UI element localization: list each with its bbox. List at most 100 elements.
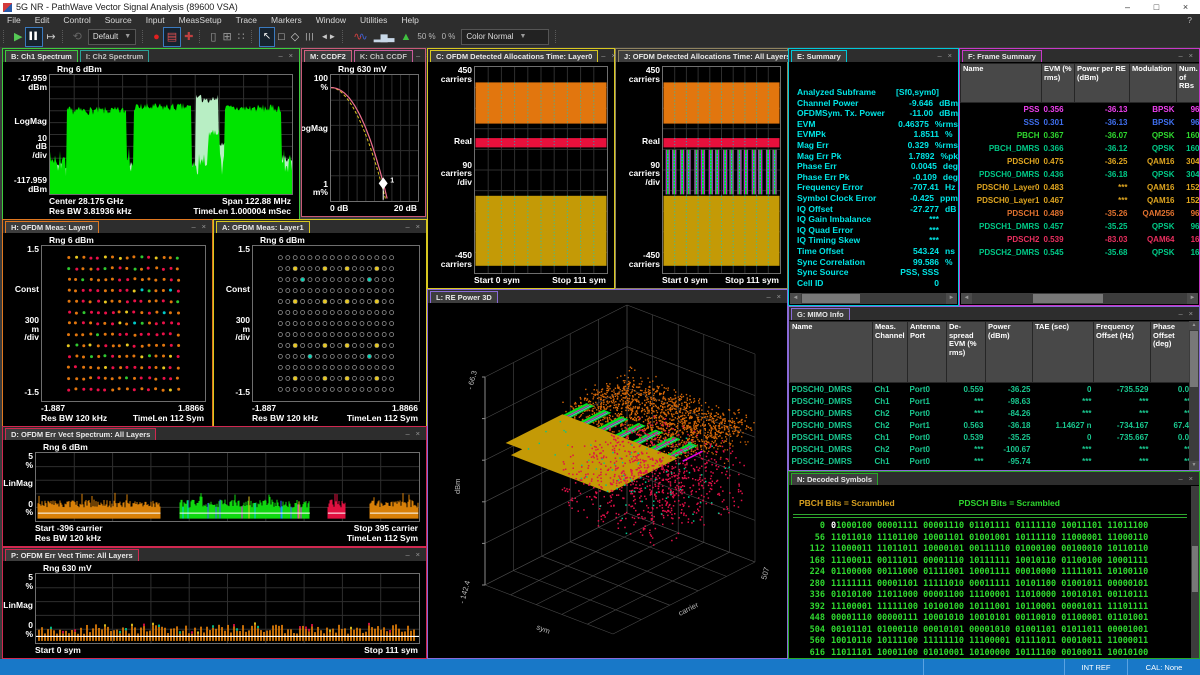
pdsch-bits-label: PDSCH Bits = Scrambled (959, 498, 1060, 508)
marker-diamond-icon[interactable]: ◇ (288, 28, 302, 46)
summary-row: Mag Err0.329%rms (789, 140, 958, 151)
grid-layout-icon[interactable]: ⊞ (219, 28, 234, 46)
single-step-icon[interactable]: ↦ (43, 28, 58, 46)
tab-decoded-0[interactable]: N: Decoded Symbols (791, 473, 878, 485)
panel-minimize-icon[interactable]: – (275, 50, 285, 62)
menu-item-trace[interactable]: Trace (229, 14, 264, 26)
panel-summary: E: Summary–×Analyzed Subframe[Sf0,sym0]C… (788, 48, 959, 306)
panel-minimize-icon[interactable]: – (1175, 50, 1185, 62)
panel-minimize-icon[interactable]: – (763, 291, 773, 303)
minimize-button[interactable]: – (1113, 0, 1142, 14)
mimo-vscrollbar[interactable]: ▲▼ (1189, 321, 1199, 470)
recording-save-icon[interactable]: ▤ (163, 27, 181, 47)
trace-layout-icon[interactable]: ∷ (235, 28, 248, 46)
toolbar-grip (142, 30, 147, 43)
play-icon[interactable]: ▶ (11, 28, 25, 46)
panel-minimize-icon[interactable]: – (188, 221, 198, 233)
scroll-thumb[interactable] (802, 294, 860, 303)
tab-power3d-0[interactable]: L: RE Power 3D (430, 291, 498, 303)
zoom-box-icon[interactable]: □ (275, 28, 288, 46)
panel-close-icon[interactable]: × (199, 221, 209, 233)
scroll-left-icon[interactable]: ◄ (790, 293, 801, 304)
panel-close-icon[interactable]: × (1186, 473, 1196, 485)
tab-errspec-0[interactable]: D: OFDM Err Vect Spectrum: All Layers (5, 428, 156, 440)
scroll-down-icon[interactable]: ▼ (1189, 461, 1199, 470)
preset-dropdown[interactable]: Default ▼ (88, 29, 136, 45)
panel-close-icon[interactable]: × (286, 50, 296, 62)
menu-item-window[interactable]: Window (309, 14, 353, 26)
panel-close-icon[interactable]: × (413, 221, 423, 233)
marker-pair-icon[interactable]: ◄► (317, 28, 339, 46)
summary-hscrollbar[interactable]: ◄► (790, 293, 957, 304)
tab-alloc0-0[interactable]: C: OFDM Detected Allocations Time: Layer… (430, 50, 598, 62)
wave-trace2-icon[interactable]: ∿ (356, 28, 371, 46)
pause-icon[interactable]: ▌▌ (25, 27, 43, 47)
scroll-thumb[interactable] (1192, 546, 1198, 592)
panel-minimize-icon[interactable]: – (934, 50, 944, 62)
panel-close-icon[interactable]: × (413, 549, 423, 561)
panel-close-icon[interactable]: × (413, 428, 423, 440)
menu-item-input[interactable]: Input (139, 14, 172, 26)
y-axis-label-3: -117.959 dBm (14, 176, 47, 193)
menu-item-utilities[interactable]: Utilities (353, 14, 394, 26)
tab-allocAll-0[interactable]: J: OFDM Detected Allocations Time: All L… (618, 50, 803, 62)
restart-icon[interactable]: ⟲ (70, 28, 85, 46)
app-icon (3, 3, 12, 12)
close-button[interactable]: × (1171, 0, 1200, 14)
panel-close-icon[interactable]: × (774, 291, 784, 303)
menu-item-file[interactable]: File (0, 14, 28, 26)
menu-item-markers[interactable]: Markers (264, 14, 309, 26)
panel-minimize-icon[interactable]: – (413, 50, 423, 62)
panel-close-icon[interactable]: × (1186, 50, 1196, 62)
panel-minimize-icon[interactable]: – (402, 428, 412, 440)
panel-minimize-icon[interactable]: – (1175, 473, 1185, 485)
tab-spec-1[interactable]: I: Ch2 Spectrum (80, 50, 150, 62)
menu-item-control[interactable]: Control (56, 14, 97, 26)
y-axis-label-0: 100 % (314, 74, 328, 91)
tab-ccdf-0[interactable]: M: CCDF2 (304, 50, 352, 62)
menu-item-source[interactable]: Source (98, 14, 139, 26)
frame-cell: PDSCH0_Layer0 (961, 181, 1042, 194)
menu-item-edit[interactable]: Edit (28, 14, 57, 26)
panel-minimize-icon[interactable]: – (1175, 308, 1185, 320)
record-icon[interactable]: ● (150, 28, 163, 46)
scroll-thumb[interactable] (1190, 331, 1198, 387)
panel-close-icon[interactable]: × (945, 50, 955, 62)
scroll-right-icon[interactable]: ► (1187, 293, 1198, 304)
panel-close-icon[interactable]: × (1186, 308, 1196, 320)
select-cursor-icon[interactable]: ↖ (259, 27, 275, 47)
tab-frame-0[interactable]: F: Frame Summary (962, 50, 1042, 62)
maximize-button[interactable]: □ (1142, 0, 1171, 14)
menu-item-help[interactable]: Help (394, 14, 425, 26)
decoded-row-index: 280 (793, 579, 825, 591)
mimo-cell: *** (1033, 407, 1094, 419)
summary-label: Analyzed Subframe (789, 87, 895, 98)
tab-summary-0[interactable]: E: Summary (791, 50, 847, 62)
panel-minimize-icon[interactable]: – (402, 221, 412, 233)
tab-errtime-0[interactable]: P: OFDM Err Vect Time: All Layers (5, 549, 139, 561)
scroll-up-icon[interactable]: ▲ (1189, 321, 1199, 330)
tab-meas0-0[interactable]: H: OFDM Meas: Layer0 (5, 221, 99, 233)
summary-value: 0.0045 (894, 161, 937, 172)
color-mode-dropdown[interactable]: Color Normal ▼ (461, 29, 549, 45)
help-shortcut[interactable]: ? (1187, 15, 1200, 25)
peak-icon[interactable]: ▲ (397, 28, 414, 46)
tab-spec-0[interactable]: B: Ch1 Spectrum (5, 50, 78, 62)
summary-value: 99.586 (895, 257, 939, 268)
scroll-left-icon[interactable]: ◄ (961, 293, 972, 304)
panel-minimize-icon[interactable]: – (598, 50, 608, 62)
panel-controls: –× (275, 50, 299, 62)
histogram-icon[interactable]: ▂▆▃ (371, 28, 398, 46)
tab-ccdf-1[interactable]: K: Ch1 CCDF (354, 50, 413, 62)
decoded-vscrollbar[interactable] (1191, 486, 1199, 658)
menu-item-meassetup[interactable]: MeasSetup (172, 14, 229, 26)
scroll-right-icon[interactable]: ► (946, 293, 957, 304)
frame-hscrollbar[interactable]: ◄► (961, 293, 1198, 304)
tab-mimo-0[interactable]: G: MIMO Info (791, 308, 850, 320)
panel-minimize-icon[interactable]: – (402, 549, 412, 561)
tab-meas1-0[interactable]: A: OFDM Meas: Layer1 (216, 221, 310, 233)
window-layout-icon[interactable]: ▯ (207, 28, 219, 46)
marker-lines-icon[interactable]: ||| (302, 28, 317, 46)
recording-close-icon[interactable]: ✚ (181, 28, 196, 46)
scroll-thumb[interactable] (1033, 294, 1103, 303)
